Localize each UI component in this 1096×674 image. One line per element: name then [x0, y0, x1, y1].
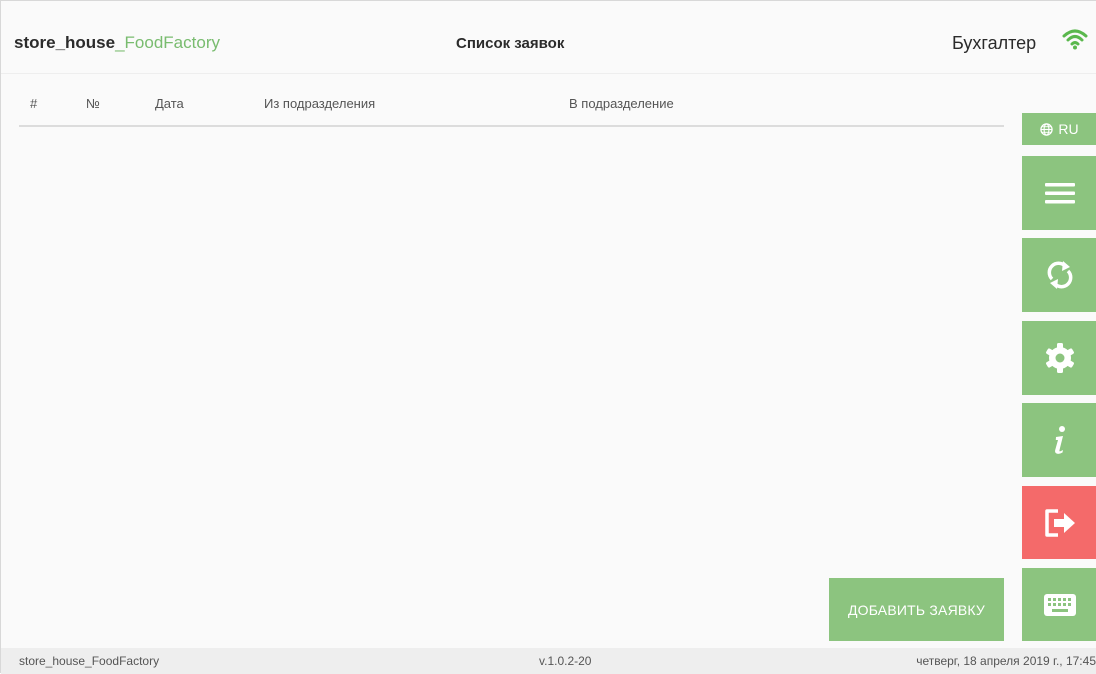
table-header: # № Дата Из подразделения В подразделени…: [19, 96, 1004, 124]
info-button[interactable]: [1022, 403, 1096, 477]
settings-button[interactable]: [1022, 321, 1096, 395]
header-bar: store_house_FoodFactory Список заявок Бу…: [1, 1, 1096, 73]
language-button[interactable]: RU: [1022, 113, 1096, 145]
column-header-to-department[interactable]: В подразделение: [569, 96, 674, 111]
app-name-main: store_house: [14, 33, 116, 52]
keyboard-icon: [1043, 593, 1076, 616]
status-bar: store_house_FoodFactory v.1.0.2-20 четве…: [1, 648, 1096, 674]
add-request-button[interactable]: ДОБАВИТЬ ЗАЯВКУ: [829, 578, 1004, 641]
column-header-index[interactable]: #: [30, 96, 37, 111]
user-role: Бухгалтер: [952, 33, 1037, 53]
header-divider: [1, 73, 1096, 74]
logout-button[interactable]: [1022, 486, 1096, 559]
wifi-icon: [1062, 29, 1088, 50]
app-title: store_house_FoodFactory: [14, 33, 220, 53]
globe-icon: [1040, 122, 1054, 136]
menu-button[interactable]: [1022, 156, 1096, 230]
column-header-number[interactable]: №: [86, 96, 100, 111]
language-label: RU: [1058, 121, 1079, 137]
page-title: Список заявок: [456, 35, 565, 52]
info-icon: [1054, 426, 1065, 454]
requests-table-body: [19, 127, 1004, 637]
logout-icon: [1044, 508, 1075, 537]
column-header-from-department[interactable]: Из подразделения: [264, 96, 375, 111]
gear-icon: [1045, 343, 1074, 373]
footer-app-name: store_house_FoodFactory: [19, 654, 160, 668]
footer-version: v.1.0.2-20: [539, 654, 592, 668]
sync-button[interactable]: [1022, 238, 1096, 312]
sync-icon: [1047, 261, 1072, 289]
keyboard-button[interactable]: [1022, 568, 1096, 641]
app-window: store_house_FoodFactory Список заявок Бу…: [0, 0, 1096, 674]
app-name-accent: _FoodFactory: [115, 33, 220, 52]
menu-icon: [1044, 183, 1075, 204]
footer-datetime: четверг, 18 апреля 2019 г., 17:45: [916, 654, 1096, 668]
column-header-date[interactable]: Дата: [155, 96, 184, 111]
